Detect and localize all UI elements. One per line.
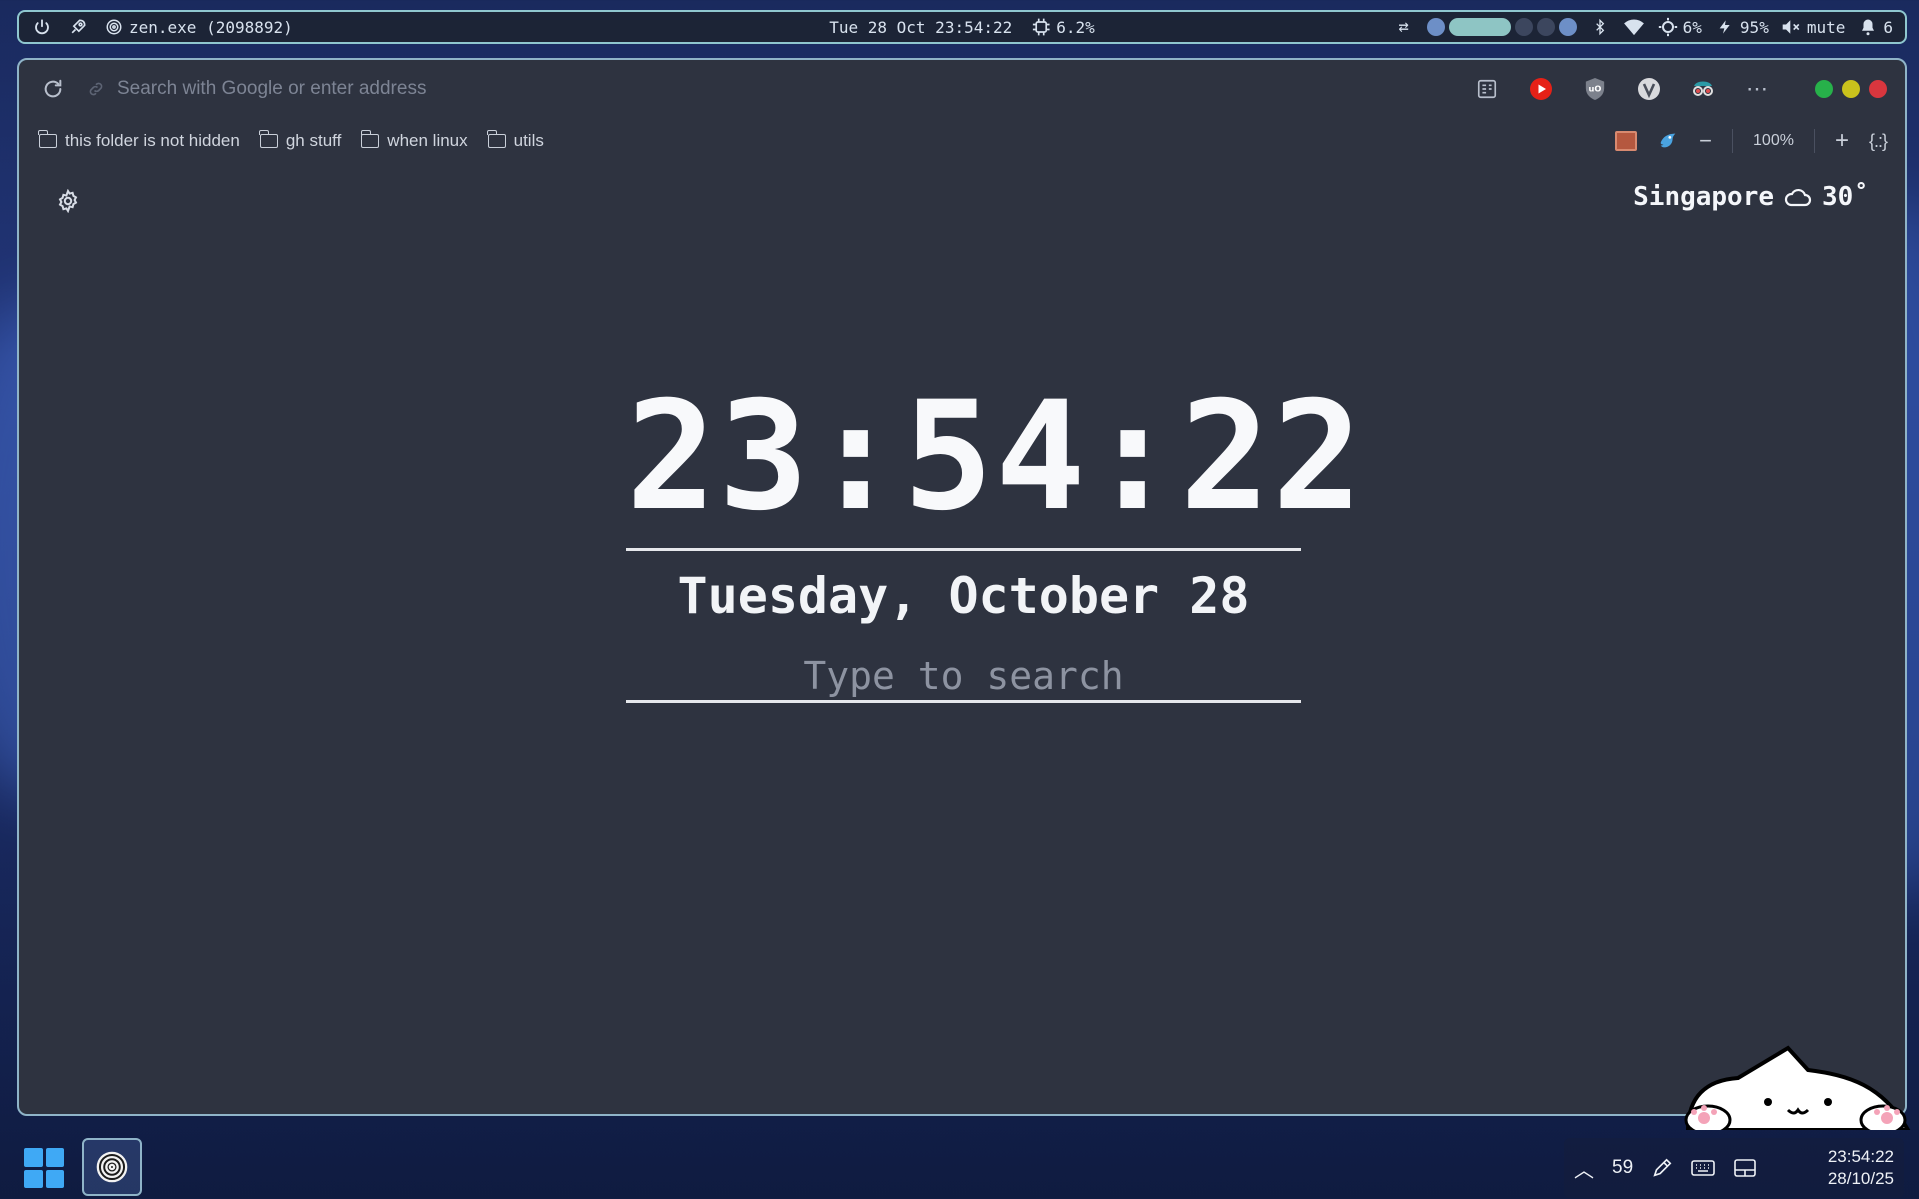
zoom-out-button[interactable]: − xyxy=(1699,128,1712,154)
touchpad-icon[interactable] xyxy=(1733,1158,1757,1178)
taskbar: ︿ 59 23:54:22 28/10/25 xyxy=(0,1128,1919,1199)
settings-gear-icon[interactable] xyxy=(55,188,81,214)
bookmark-label: gh stuff xyxy=(285,131,342,150)
minimize-button[interactable] xyxy=(1842,80,1860,98)
cloud-icon xyxy=(1784,186,1812,208)
close-button[interactable] xyxy=(1869,80,1887,98)
clock-time: 23:54:22 xyxy=(626,370,1365,544)
speaker-muted-icon xyxy=(1781,16,1803,38)
clock-divider xyxy=(626,548,1301,551)
workspace-indicator xyxy=(1426,18,1577,36)
more-menu-icon[interactable]: ⋯ xyxy=(1741,73,1773,105)
volume[interactable]: mute xyxy=(1781,16,1846,38)
weather-widget: Singapore 30˚ xyxy=(1633,182,1869,212)
swap-arrows-icon[interactable]: ⇄ xyxy=(1393,16,1415,38)
tray-time: 23:54:22 xyxy=(1827,1147,1894,1166)
bookmark-label: when linux xyxy=(387,131,468,150)
zoom-level[interactable]: 100% xyxy=(1753,132,1794,150)
fullscreen-icon[interactable]: {.:} xyxy=(1869,131,1888,152)
volume-value: mute xyxy=(1806,17,1846,37)
folder-icon xyxy=(259,130,278,148)
charging-icon xyxy=(1714,16,1736,38)
divider xyxy=(1732,129,1734,153)
new-tab-page: Singapore 30˚ 23:54:22 Tuesday, October … xyxy=(19,164,1905,1114)
workspace-1[interactable] xyxy=(1426,18,1445,36)
windows-start-icon[interactable] xyxy=(24,1148,64,1188)
url-bar: uO ⋯ xyxy=(19,60,1905,118)
zen-browser-taskbar-button[interactable] xyxy=(82,1138,142,1196)
reload-icon[interactable] xyxy=(41,77,65,101)
color-picker-icon[interactable] xyxy=(1615,131,1638,151)
folder-icon xyxy=(38,130,57,148)
bookmark-label: this folder is not hidden xyxy=(65,131,240,150)
toolbar-right: − 100% + {.:} xyxy=(1615,127,1888,155)
tray-counter[interactable]: 59 xyxy=(1612,1157,1633,1179)
zoom-in-button[interactable]: + xyxy=(1835,127,1849,155)
glasses-extension-icon[interactable] xyxy=(1687,73,1719,105)
search-input[interactable] xyxy=(626,651,1301,703)
browser-window: uO ⋯ this folder is not hidden gh stuff xyxy=(17,58,1907,1116)
brightness-value: 6% xyxy=(1682,17,1702,37)
bell-icon xyxy=(1857,16,1879,38)
bookmark-folder-not-hidden[interactable]: this folder is not hidden xyxy=(38,130,240,151)
workspace-active[interactable] xyxy=(1448,18,1511,36)
active-window-title: zen.exe (2098892) xyxy=(129,17,293,37)
maximize-button[interactable] xyxy=(1815,80,1833,98)
pen-icon[interactable] xyxy=(1651,1157,1673,1179)
keyboard-icon[interactable] xyxy=(1691,1159,1715,1177)
divider xyxy=(1813,129,1815,153)
battery-value: 95% xyxy=(1739,17,1769,37)
active-window: zen.exe (2098892) xyxy=(103,16,293,38)
clock-date: Tuesday, October 28 xyxy=(677,567,1250,625)
workspace-5[interactable] xyxy=(1558,18,1577,36)
brightness[interactable]: 6% xyxy=(1657,16,1702,38)
cpu-icon xyxy=(1030,16,1052,38)
notification-count: 6 xyxy=(1883,17,1893,37)
tray-clock[interactable]: 23:54:22 28/10/25 xyxy=(1828,1146,1894,1190)
zen-app-icon xyxy=(103,16,125,38)
window-controls xyxy=(1815,80,1887,98)
zen-app-icon xyxy=(96,1151,128,1183)
cpu-value: 6.2% xyxy=(1056,17,1095,37)
workspace-3[interactable] xyxy=(1514,18,1533,36)
folder-icon xyxy=(487,130,506,148)
cat-mascot xyxy=(1684,1045,1911,1130)
datetime: Tue 28 Oct 23:54:22 xyxy=(829,17,1013,37)
power-icon[interactable] xyxy=(31,16,53,38)
youtube-extension-icon[interactable] xyxy=(1525,73,1557,105)
ublock-origin-icon[interactable]: uO xyxy=(1579,73,1611,105)
svg-text:uO: uO xyxy=(1589,84,1602,94)
clock-widget: 23:54:22 Tuesday, October 28 xyxy=(626,370,1365,703)
bookmarks-bar: this folder is not hidden gh stuff when … xyxy=(19,118,1905,164)
bookmark-folder-when-linux[interactable]: when linux xyxy=(360,130,468,151)
address-input[interactable] xyxy=(117,78,917,100)
brightness-icon xyxy=(1657,16,1679,38)
bookmark-label: utils xyxy=(513,131,544,150)
status-bar: zen.exe (2098892) Tue 28 Oct 23:54:22 6.… xyxy=(17,10,1907,44)
rocket-icon[interactable] xyxy=(67,16,89,38)
link-icon xyxy=(87,79,107,99)
cpu-usage: 6.2% xyxy=(1030,16,1095,38)
folder-icon xyxy=(360,130,380,148)
weather-city: Singapore xyxy=(1633,182,1775,212)
bird-extension-icon[interactable] xyxy=(1657,130,1679,152)
bookmark-folder-utils[interactable]: utils xyxy=(487,130,544,151)
extensions-toolbar: uO ⋯ xyxy=(1471,73,1887,105)
workspace-4[interactable] xyxy=(1536,18,1555,36)
system-tray: ︿ 59 23:54:22 28/10/25 xyxy=(1564,1138,1904,1198)
weather-temp: 30˚ xyxy=(1822,182,1869,212)
bluetooth-icon[interactable] xyxy=(1589,16,1611,38)
battery[interactable]: 95% xyxy=(1714,16,1769,38)
bookmark-folder-gh-stuff[interactable]: gh stuff xyxy=(259,130,342,151)
wifi-icon[interactable] xyxy=(1623,16,1645,38)
reader-view-icon[interactable] xyxy=(1471,73,1503,105)
chevron-up-icon[interactable]: ︿ xyxy=(1574,1154,1594,1183)
vimium-icon[interactable] xyxy=(1633,73,1665,105)
tray-date: 28/10/25 xyxy=(1827,1169,1894,1188)
notifications[interactable]: 6 xyxy=(1857,16,1893,38)
